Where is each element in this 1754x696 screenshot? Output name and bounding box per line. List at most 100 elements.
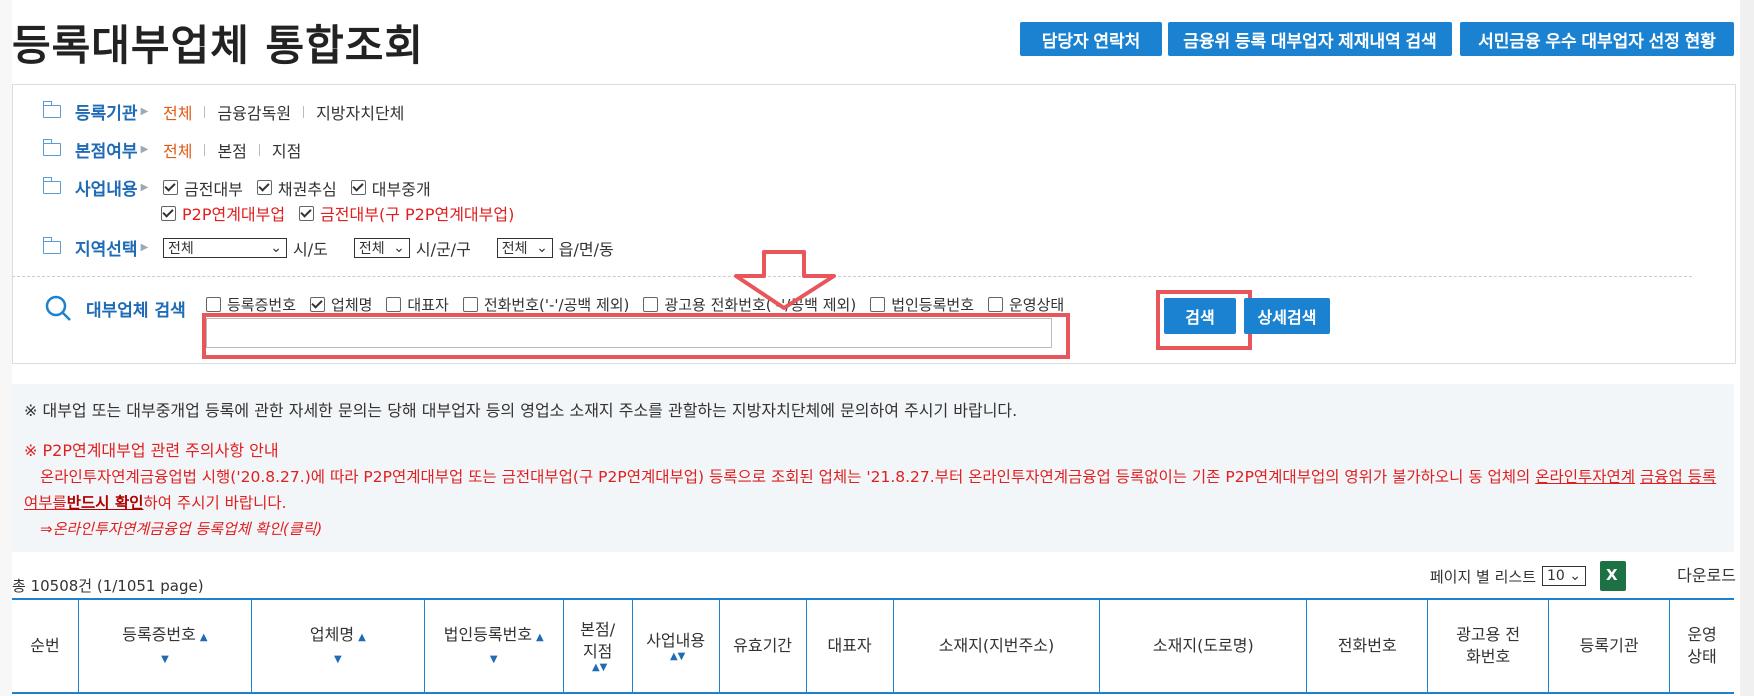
column-header[interactable]: 법인등록번호 ▲ ▼ (425, 600, 564, 692)
download-button[interactable]: 다운로드 (1677, 562, 1736, 586)
scrollbar-track[interactable] (1740, 0, 1754, 696)
search-option-reg-no[interactable]: 등록증번호 (206, 294, 296, 315)
filter-row-business-2: P2P연계대부업 금전대부(구 P2P연계대부업) (161, 201, 528, 225)
total-count: 총 10508건 (1/1051 page) (12, 577, 204, 595)
results-table-header: 순번 등록증번호 ▲ ▼ 업체명 ▲ ▼ 법인등록번호 ▲ ▼ 본점/지점 ▲▼ 사업내용 ▲▼… (12, 598, 1734, 694)
column-header: 소재지(도로명) (1100, 600, 1308, 692)
p2p-notice-title: ※ P2P연계대부업 관련 주의사항 안내 (24, 441, 279, 460)
search-options: 등록증번호 업체명 대표자 전화번호('-'/공백 제외) 광고용 전화번호('… (206, 294, 1078, 315)
sigungu-unit: 시/군/구 (415, 239, 471, 259)
branch-option-head[interactable]: 본점 (217, 138, 246, 162)
agency-option-all[interactable]: 전체 (163, 100, 192, 124)
divider (204, 105, 206, 118)
arrow-down-icon (734, 250, 836, 310)
sido-unit: 시/도 (293, 239, 328, 259)
excel-icon[interactable] (1600, 561, 1626, 591)
chevron-down-icon: ⌄ (536, 239, 548, 256)
per-page-label: 페이지 별 리스트 (1429, 567, 1536, 586)
divider (12, 276, 1692, 277)
search-option-phone[interactable]: 전화번호('-'/공백 제외) (462, 294, 629, 315)
divider (258, 143, 260, 156)
sort-icon: ▲▼ (669, 651, 686, 662)
divider (303, 105, 305, 118)
sort-icon: ▲▼ (591, 662, 608, 673)
per-page-control: 페이지 별 리스트 10 ⌄ (1430, 561, 1634, 591)
column-header: 대표자 (807, 600, 894, 692)
column-header: 순번 (12, 600, 79, 692)
p2p-check-link[interactable]: ⇒온라인투자연계금융업 등록업체 확인(클릭) (40, 516, 322, 542)
checkbox-box[interactable] (163, 180, 178, 195)
contact-button[interactable]: 담당자 연락처 (1020, 22, 1162, 56)
detail-search-button[interactable]: 상세검색 (1244, 298, 1330, 334)
p2p-link[interactable]: 온라인투자연계 (1535, 468, 1635, 486)
filter-row-region: 지역선택 ▶ 전체 ⌄ 시/도 전체 ⌄ 시/군/구 전체 ⌄ 읍/면/동 (43, 235, 614, 260)
eup-select[interactable]: 전체 ⌄ (496, 237, 553, 258)
checkbox-box[interactable] (206, 297, 221, 312)
checkbox-box[interactable] (256, 180, 272, 195)
branch-option-all[interactable]: 전체 (163, 138, 192, 162)
search-row: 대부업체 검색 (44, 294, 206, 322)
branch-option-sub[interactable]: 지점 (272, 138, 301, 162)
chevron-down-icon: ⌄ (1569, 568, 1581, 584)
search-button[interactable]: 검색 (1164, 298, 1236, 334)
folder-icon (43, 139, 61, 156)
search-icon (45, 295, 71, 321)
column-header: 소재지(지번주소) (894, 600, 1101, 692)
checkbox-box[interactable] (350, 180, 366, 195)
agency-option-local[interactable]: 지방자치단체 (316, 100, 404, 124)
checkbox-box[interactable] (310, 297, 326, 312)
divider (204, 143, 206, 156)
page-edge-left (0, 0, 12, 696)
column-header: 전화번호 (1307, 600, 1429, 692)
business-checkbox-lending[interactable]: 금전대부 (163, 176, 243, 200)
folder-icon (43, 237, 61, 254)
column-header[interactable]: 본점/지점 ▲▼ (564, 600, 633, 692)
checkbox-box[interactable] (462, 297, 478, 312)
filter-row-business: 사업내용 ▶ 금전대부 채권추심 대부중개 (43, 175, 445, 200)
sigungu-select[interactable]: 전체 ⌄ (353, 237, 410, 258)
column-header: 유효기간 (720, 600, 807, 692)
sanction-search-button[interactable]: 금융위 등록 대부업자 제재내역 검색 (1168, 22, 1452, 56)
checkbox-box[interactable] (643, 297, 659, 312)
p2p-notice-body: 온라인투자연계금융업법 시행('20.8.27.)에 따라 P2P연계대부업 또… (24, 468, 1717, 512)
page-title: 등록대부업체 통합조회 (12, 21, 425, 70)
column-header: 등록기관 (1549, 600, 1671, 692)
business-checkbox-p2p[interactable]: P2P연계대부업 (161, 201, 285, 225)
column-header: 운영상태 (1687, 625, 1717, 666)
filter-row-branch: 본점여부 ▶ 전체 본점 지점 (43, 137, 309, 162)
chevron-down-icon: ⌄ (393, 239, 405, 256)
column-header[interactable]: 업체명 ▲ ▼ (252, 600, 425, 692)
per-page-select[interactable]: 10 ⌄ (1542, 566, 1586, 586)
chevron-down-icon: ⌄ (270, 239, 282, 256)
column-header: 광고용 전화번호 (1428, 600, 1550, 692)
search-option-company[interactable]: 업체명 (310, 294, 372, 315)
sido-select[interactable]: 전체 ⌄ (163, 237, 287, 258)
checkbox-box[interactable] (161, 205, 176, 221)
notice-line: ※ 대부업 또는 대부중개업 등록에 관한 자세한 문의는 당해 대부업자 등의… (24, 401, 1018, 420)
highlight-frame (202, 313, 1070, 359)
excellent-lender-button[interactable]: 서민금융 우수 대부업자 선정 현황 (1460, 22, 1734, 56)
filter-label: 등록기관 ▶ (75, 104, 149, 124)
notice-box: ※ 대부업 또는 대부중개업 등록에 관한 자세한 문의는 당해 대부업자 등의… (12, 384, 1734, 552)
column-header[interactable]: 등록증번호 ▲ ▼ (79, 600, 252, 692)
business-checkbox-collection[interactable]: 채권추심 (256, 176, 337, 200)
eup-unit: 읍/면/동 (558, 239, 614, 259)
filter-label: 사업내용 ▶ (75, 180, 149, 200)
filter-label: 지역선택 ▶ (75, 240, 149, 260)
folder-icon (43, 101, 61, 118)
checkbox-box[interactable] (870, 297, 886, 312)
business-checkbox-old-p2p[interactable]: 금전대부(구 P2P연계대부업) (299, 201, 514, 225)
checkbox-box[interactable] (988, 297, 1003, 312)
search-label: 대부업체 검색 (86, 300, 186, 321)
search-option-ceo[interactable]: 대표자 (386, 294, 449, 315)
search-option-corp-no[interactable]: 법인등록번호 (870, 294, 974, 315)
checkbox-box[interactable] (386, 297, 402, 312)
folder-icon (43, 177, 61, 194)
checkbox-box[interactable] (299, 205, 315, 221)
business-checkbox-brokerage[interactable]: 대부중개 (350, 176, 431, 200)
search-option-status[interactable]: 운영상태 (988, 294, 1064, 315)
filter-row-agency: 등록기관 ▶ 전체 금융감독원 지방자치단체 (43, 99, 412, 124)
filter-label: 본점여부 ▶ (75, 142, 149, 162)
agency-option-fss[interactable]: 금융감독원 (217, 100, 291, 124)
column-header[interactable]: 사업내용 ▲▼ (633, 600, 720, 692)
